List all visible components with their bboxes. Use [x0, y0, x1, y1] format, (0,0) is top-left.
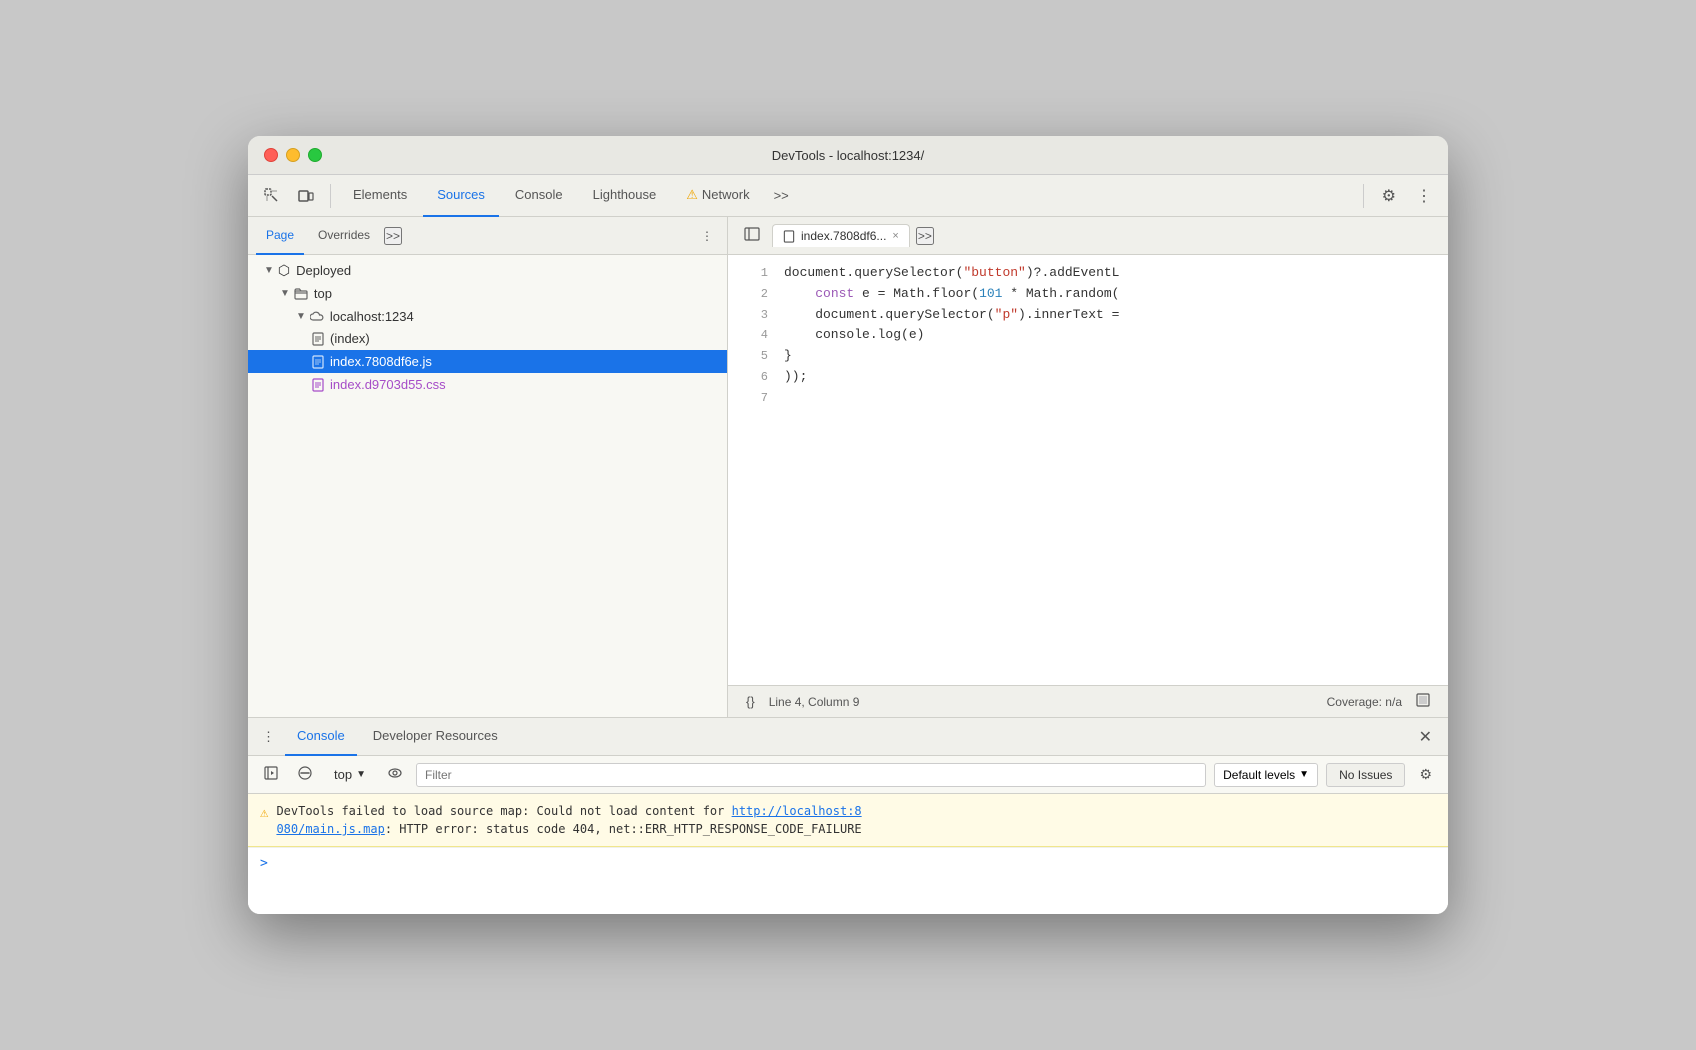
minimize-button[interactable]: [286, 148, 300, 162]
tree-item-index-html[interactable]: (index): [248, 328, 727, 351]
editor-sidebar-toggle[interactable]: [736, 222, 768, 249]
warning-text-prefix: DevTools failed to load source map: Coul…: [276, 804, 731, 818]
device-toolbar-button[interactable]: [290, 182, 322, 210]
code-line-5: 5 }: [728, 346, 1448, 367]
panel-more-tabs[interactable]: >>: [384, 227, 402, 245]
tab-sources[interactable]: Sources: [423, 175, 499, 217]
devtools-window: DevTools - localhost:1234/ Elements Sour…: [248, 136, 1448, 914]
bottom-panel: ⋮ Console Developer Resources ✕: [248, 717, 1448, 914]
more-tabs-button[interactable]: >>: [766, 182, 797, 209]
file-css-icon: [312, 376, 324, 393]
bottom-more-button[interactable]: ⋮: [256, 725, 281, 749]
clear-console-button[interactable]: [292, 762, 318, 787]
code-editor[interactable]: 1 document.querySelector("button")?.addE…: [728, 255, 1448, 685]
main-area: Page Overrides >> ⋮ ▼ ⬡ Deployed ▼: [248, 217, 1448, 717]
close-button[interactable]: [264, 148, 278, 162]
code-line-2: 2 const e = Math.floor(101 * Math.random…: [728, 284, 1448, 305]
more-options-button[interactable]: ⋮: [1408, 180, 1440, 212]
coverage-icon-button[interactable]: [1410, 691, 1436, 712]
tab-console-bottom[interactable]: Console: [285, 718, 357, 756]
cloud-icon: [310, 308, 324, 325]
no-issues-button[interactable]: No Issues: [1326, 763, 1405, 787]
traffic-lights: [264, 148, 322, 162]
context-arrow-icon: ▼: [356, 769, 366, 780]
tab-elements[interactable]: Elements: [339, 175, 421, 217]
editor-tabs: index.7808df6... × >>: [728, 217, 1448, 255]
tree-item-localhost[interactable]: ▼ localhost:1234: [248, 305, 727, 328]
console-settings-button[interactable]: ⚙: [1413, 762, 1438, 787]
code-line-6: 6 ));: [728, 367, 1448, 388]
prompt-arrow-icon: >: [260, 856, 268, 871]
console-warning-message: ⚠ DevTools failed to load source map: Co…: [248, 794, 1448, 847]
tab-console[interactable]: Console: [501, 175, 577, 217]
tab-page[interactable]: Page: [256, 217, 304, 255]
file-js-icon: [312, 353, 324, 370]
toolbar-right: ⚙ ⋮: [1357, 180, 1440, 212]
cube-icon: ⬡: [278, 262, 290, 279]
tree-item-top[interactable]: ▼ top: [248, 282, 727, 305]
tree-item-index-js[interactable]: index.7808df6e.js: [248, 350, 727, 373]
context-selector[interactable]: top ▼: [326, 763, 374, 786]
code-line-1: 1 document.querySelector("button")?.addE…: [728, 263, 1448, 284]
pretty-print-button[interactable]: {}: [740, 692, 761, 711]
tree-arrow-deployed: ▼: [264, 265, 274, 276]
cursor-position: Line 4, Column 9: [769, 695, 860, 709]
bottom-panel-header: ⋮ Console Developer Resources ✕: [248, 718, 1448, 756]
console-toolbar: top ▼ Default levels ▼ No Issues ⚙: [248, 756, 1448, 794]
tab-overrides[interactable]: Overrides: [308, 217, 380, 255]
console-filter-input[interactable]: [416, 763, 1206, 787]
inspect-element-button[interactable]: [256, 182, 288, 210]
main-toolbar: Elements Sources Console Lighthouse ⚠ Ne…: [248, 175, 1448, 217]
levels-arrow-icon: ▼: [1299, 769, 1309, 780]
log-levels-select[interactable]: Default levels ▼: [1214, 763, 1318, 787]
title-bar: DevTools - localhost:1234/: [248, 136, 1448, 175]
tree-arrow-localhost: ▼: [296, 311, 306, 322]
status-bar-right: Coverage: n/a: [1327, 691, 1436, 712]
console-sidebar-button[interactable]: [258, 762, 284, 787]
toolbar-divider-1: [330, 184, 331, 208]
editor-tab-js[interactable]: index.7808df6... ×: [772, 224, 910, 247]
status-bar: {} Line 4, Column 9 Coverage: n/a: [728, 685, 1448, 717]
tab-lighthouse[interactable]: Lighthouse: [579, 175, 671, 217]
panel-tabs: Page Overrides >> ⋮: [248, 217, 727, 255]
warning-triangle-icon: ⚠: [260, 803, 268, 824]
maximize-button[interactable]: [308, 148, 322, 162]
editor-tab-close[interactable]: ×: [892, 230, 898, 242]
eye-button[interactable]: [382, 762, 408, 787]
file-tree: ▼ ⬡ Deployed ▼ top: [248, 255, 727, 717]
console-prompt[interactable]: >: [248, 847, 1448, 879]
toolbar-divider-2: [1363, 184, 1364, 208]
settings-button[interactable]: ⚙: [1374, 180, 1404, 212]
console-output: ⚠ DevTools failed to load source map: Co…: [248, 794, 1448, 914]
code-line-4: 4 console.log(e): [728, 325, 1448, 346]
left-panel: Page Overrides >> ⋮ ▼ ⬡ Deployed ▼: [248, 217, 728, 717]
tab-network[interactable]: ⚠ Network: [672, 175, 763, 217]
file-icon: [312, 331, 324, 348]
folder-icon: [294, 285, 308, 302]
right-panel: index.7808df6... × >> 1 document.querySe…: [728, 217, 1448, 717]
network-warning-icon: ⚠: [686, 187, 698, 203]
tab-developer-resources[interactable]: Developer Resources: [361, 718, 510, 756]
tree-item-deployed[interactable]: ▼ ⬡ Deployed: [248, 259, 727, 282]
code-line-7: 7: [728, 388, 1448, 409]
code-line-3: 3 document.querySelector("p").innerText …: [728, 305, 1448, 326]
editor-more-tabs[interactable]: >>: [916, 227, 934, 245]
tree-arrow-top: ▼: [280, 288, 290, 299]
coverage-label: Coverage: n/a: [1327, 695, 1402, 709]
window-title: DevTools - localhost:1234/: [772, 148, 924, 163]
panel-options-button[interactable]: ⋮: [695, 225, 719, 247]
bottom-panel-close[interactable]: ✕: [1411, 723, 1440, 751]
warning-text-suffix: : HTTP error: status code 404, net::ERR_…: [385, 822, 862, 836]
tree-item-index-css[interactable]: index.d9703d55.css: [248, 373, 727, 396]
